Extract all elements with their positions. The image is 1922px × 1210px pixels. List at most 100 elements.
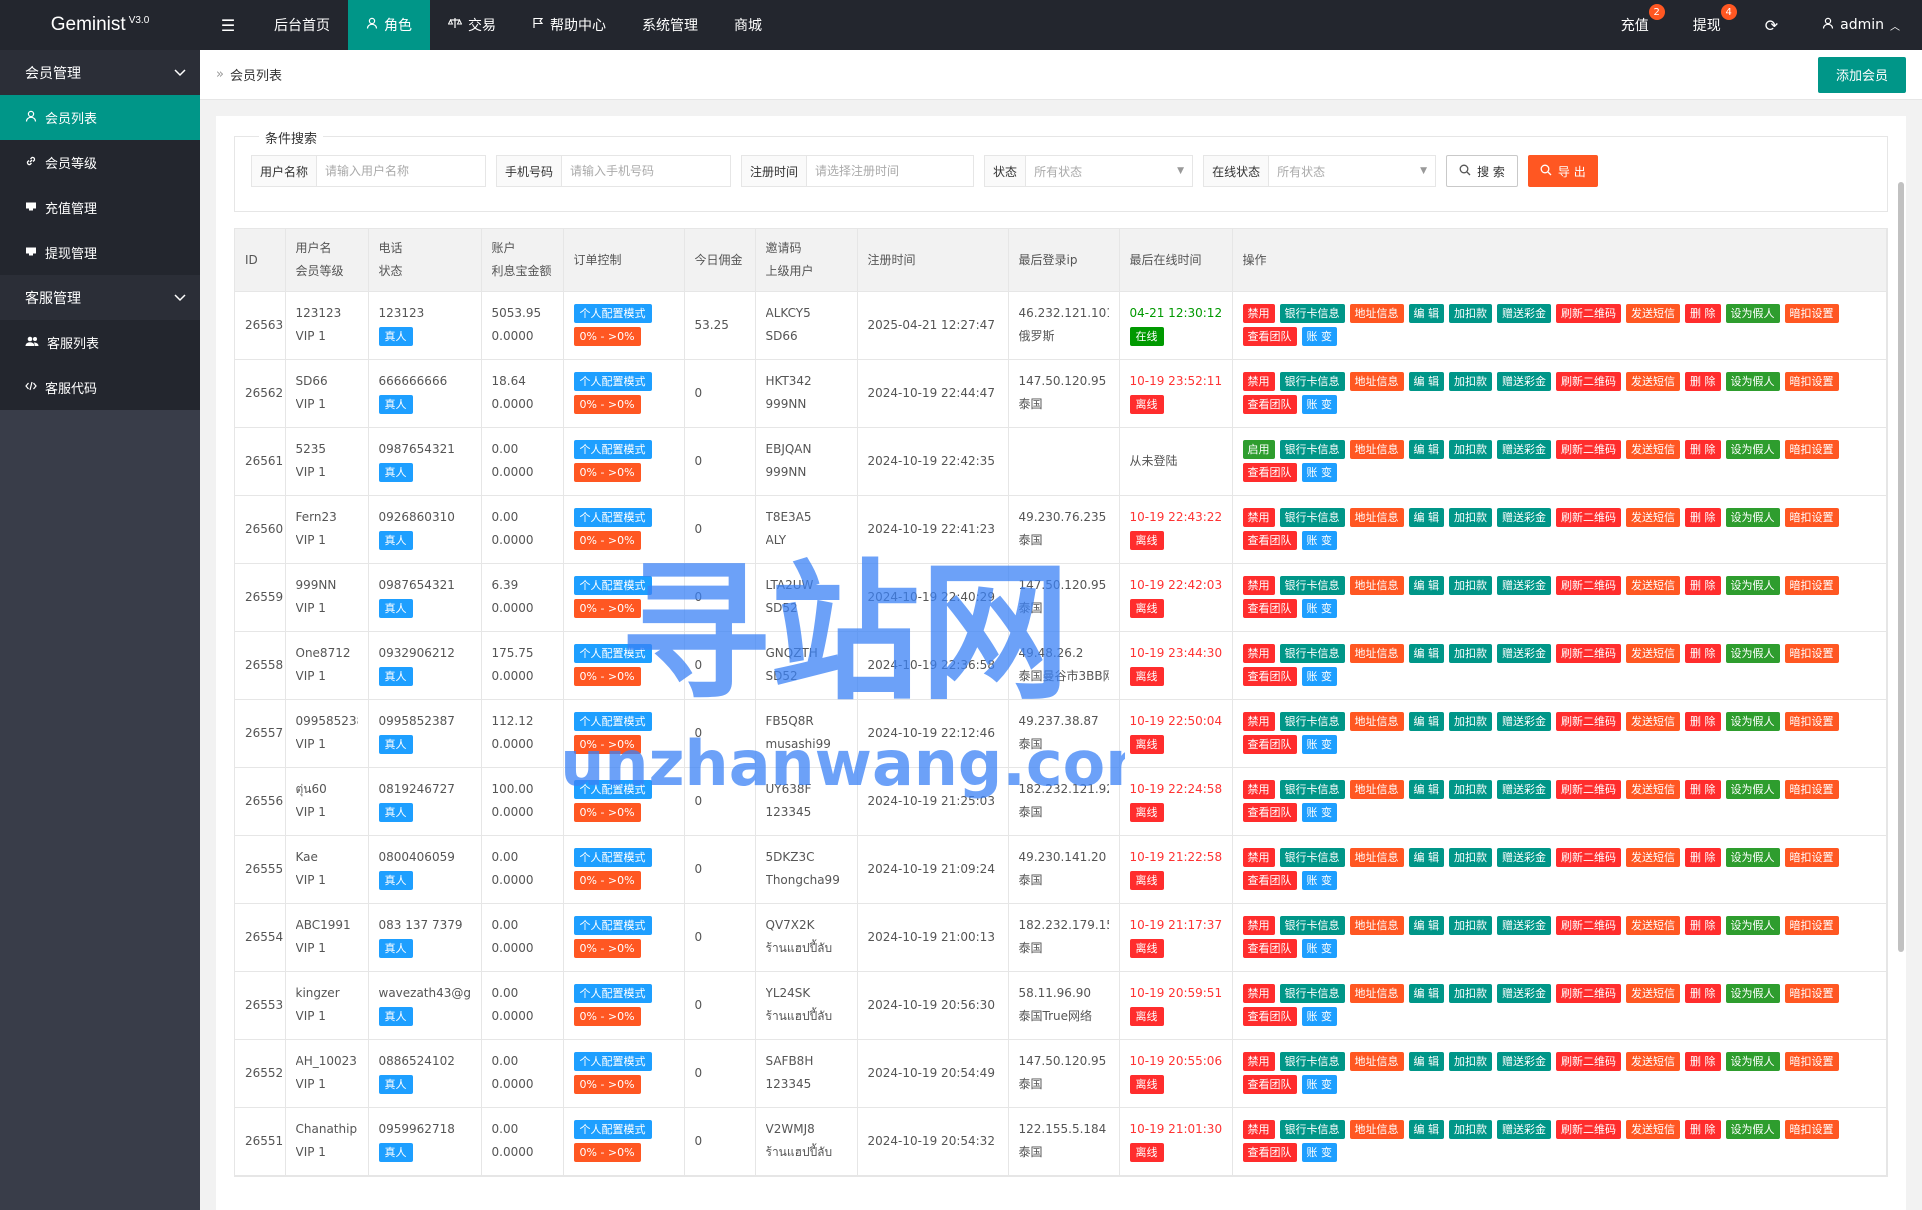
row-action-button[interactable]: 账 变 — [1301, 667, 1337, 686]
row-action-button[interactable]: 加扣款 — [1449, 712, 1492, 731]
row-action-button[interactable]: 编 辑 — [1408, 508, 1444, 527]
row-action-button[interactable]: 账 变 — [1301, 1143, 1337, 1162]
topnav-item[interactable]: 交易 — [430, 0, 514, 50]
order-mode-button[interactable]: 个人配置模式 — [573, 372, 652, 391]
ban-toggle-button[interactable]: 禁用 — [1242, 508, 1275, 527]
order-mode-button[interactable]: 个人配置模式 — [573, 576, 652, 595]
row-action-button[interactable]: 银行卡信息 — [1279, 848, 1345, 867]
ban-toggle-button[interactable]: 禁用 — [1242, 712, 1275, 731]
row-action-button[interactable]: 赠送彩金 — [1497, 372, 1551, 391]
row-action-button[interactable]: 发送短信 — [1626, 916, 1680, 935]
scrollbar[interactable] — [1898, 182, 1904, 952]
row-action-button[interactable]: 设为假人 — [1725, 440, 1780, 459]
order-mode-button[interactable]: 个人配置模式 — [573, 1052, 652, 1071]
phone-input[interactable] — [562, 156, 731, 186]
topnav-item[interactable]: 系统管理 — [624, 0, 716, 50]
row-action-button[interactable]: 发送短信 — [1626, 304, 1680, 323]
ban-toggle-button[interactable]: 禁用 — [1242, 848, 1275, 867]
ban-toggle-button[interactable]: 禁用 — [1242, 984, 1275, 1003]
row-action-button[interactable]: 加扣款 — [1449, 304, 1492, 323]
row-action-button[interactable]: 加扣款 — [1449, 1052, 1492, 1071]
row-action-button[interactable]: 账 变 — [1301, 327, 1337, 346]
row-action-button[interactable]: 加扣款 — [1449, 916, 1492, 935]
row-action-button[interactable]: 赠送彩金 — [1497, 712, 1551, 731]
order-mode-button[interactable]: 个人配置模式 — [573, 780, 652, 799]
ban-toggle-button[interactable]: 禁用 — [1242, 372, 1275, 391]
row-action-button[interactable]: 刷新二维码 — [1556, 1052, 1621, 1071]
order-mode-button[interactable]: 个人配置模式 — [573, 848, 652, 867]
row-action-button[interactable]: 暗扣设置 — [1784, 984, 1839, 1003]
row-action-button[interactable]: 删 除 — [1685, 372, 1721, 391]
row-action-button[interactable]: 加扣款 — [1449, 1120, 1492, 1139]
row-action-button[interactable]: 暗扣设置 — [1784, 508, 1839, 527]
row-action-button[interactable]: 银行卡信息 — [1279, 712, 1345, 731]
row-action-button[interactable]: 设为假人 — [1725, 916, 1780, 935]
row-action-button[interactable]: 刷新二维码 — [1556, 440, 1621, 459]
online-select[interactable]: 所有状态 ▼ — [1269, 156, 1435, 186]
order-mode-button[interactable]: 个人配置模式 — [573, 712, 652, 731]
row-action-button[interactable]: 加扣款 — [1449, 576, 1492, 595]
row-action-button[interactable]: 编 辑 — [1408, 372, 1444, 391]
topnav-item[interactable]: 后台首页 — [256, 0, 348, 50]
sidebar-item[interactable]: 会员等级 — [0, 140, 200, 185]
row-action-button[interactable]: 加扣款 — [1449, 508, 1492, 527]
row-action-button[interactable]: 银行卡信息 — [1279, 984, 1345, 1003]
row-action-button[interactable]: 查看团队 — [1242, 1075, 1297, 1094]
row-action-button[interactable]: 银行卡信息 — [1279, 440, 1345, 459]
row-action-button[interactable]: 设为假人 — [1725, 984, 1780, 1003]
row-action-button[interactable]: 发送短信 — [1626, 440, 1680, 459]
row-action-button[interactable]: 删 除 — [1685, 848, 1721, 867]
row-action-button[interactable]: 账 变 — [1301, 735, 1337, 754]
row-action-button[interactable]: 加扣款 — [1449, 848, 1492, 867]
row-action-button[interactable]: 赠送彩金 — [1497, 780, 1551, 799]
ban-toggle-button[interactable]: 禁用 — [1242, 576, 1275, 595]
row-action-button[interactable]: 账 变 — [1301, 871, 1337, 890]
regtime-input[interactable] — [807, 156, 974, 186]
status-select[interactable]: 所有状态 ▼ — [1026, 156, 1192, 186]
row-action-button[interactable]: 暗扣设置 — [1784, 372, 1839, 391]
row-action-button[interactable]: 查看团队 — [1242, 395, 1297, 414]
row-action-button[interactable]: 设为假人 — [1725, 1120, 1780, 1139]
row-action-button[interactable]: 编 辑 — [1408, 984, 1444, 1003]
row-action-button[interactable]: 赠送彩金 — [1497, 1120, 1551, 1139]
sidebar-item[interactable]: 客服代码 — [0, 365, 200, 410]
order-mode-button[interactable]: 个人配置模式 — [573, 508, 652, 527]
row-action-button[interactable]: 查看团队 — [1242, 1007, 1297, 1026]
row-action-button[interactable]: 发送短信 — [1626, 780, 1680, 799]
row-action-button[interactable]: 发送短信 — [1626, 1052, 1680, 1071]
sidebar-item[interactable]: 充值管理 — [0, 185, 200, 230]
row-action-button[interactable]: 加扣款 — [1449, 780, 1492, 799]
row-action-button[interactable]: 查看团队 — [1242, 803, 1297, 822]
ban-toggle-button[interactable]: 禁用 — [1242, 780, 1275, 799]
row-action-button[interactable]: 发送短信 — [1626, 984, 1680, 1003]
topnav-item[interactable]: 帮助中心 — [514, 0, 624, 50]
row-action-button[interactable]: 地址信息 — [1349, 508, 1404, 527]
row-action-button[interactable]: 设为假人 — [1725, 848, 1780, 867]
row-action-button[interactable]: 账 变 — [1301, 803, 1337, 822]
menu-toggle-icon[interactable]: ☰ — [200, 0, 256, 50]
row-action-button[interactable]: 刷新二维码 — [1556, 576, 1621, 595]
ban-toggle-button[interactable]: 禁用 — [1242, 1120, 1275, 1139]
order-mode-button[interactable]: 个人配置模式 — [573, 304, 652, 323]
row-action-button[interactable]: 查看团队 — [1242, 1143, 1297, 1162]
recharge-link[interactable]: 充值 2 — [1599, 0, 1671, 50]
row-action-button[interactable]: 银行卡信息 — [1279, 372, 1345, 391]
sidebar-group[interactable]: 会员管理 — [0, 50, 200, 95]
row-action-button[interactable]: 暗扣设置 — [1784, 576, 1839, 595]
row-action-button[interactable]: 查看团队 — [1242, 667, 1297, 686]
row-action-button[interactable]: 地址信息 — [1349, 440, 1404, 459]
row-action-button[interactable]: 赠送彩金 — [1497, 644, 1551, 663]
row-action-button[interactable]: 银行卡信息 — [1279, 576, 1345, 595]
row-action-button[interactable]: 删 除 — [1685, 508, 1721, 527]
withdraw-link[interactable]: 提现 4 — [1671, 0, 1743, 50]
row-action-button[interactable]: 地址信息 — [1349, 780, 1404, 799]
row-action-button[interactable]: 查看团队 — [1242, 531, 1297, 550]
row-action-button[interactable]: 编 辑 — [1408, 1052, 1444, 1071]
user-menu[interactable]: admin ︿ — [1800, 0, 1922, 50]
row-action-button[interactable]: 银行卡信息 — [1279, 1120, 1345, 1139]
row-action-button[interactable]: 删 除 — [1685, 984, 1721, 1003]
row-action-button[interactable]: 账 变 — [1301, 531, 1337, 550]
row-action-button[interactable]: 删 除 — [1685, 916, 1721, 935]
row-action-button[interactable]: 设为假人 — [1725, 712, 1780, 731]
order-mode-button[interactable]: 个人配置模式 — [573, 984, 652, 1003]
